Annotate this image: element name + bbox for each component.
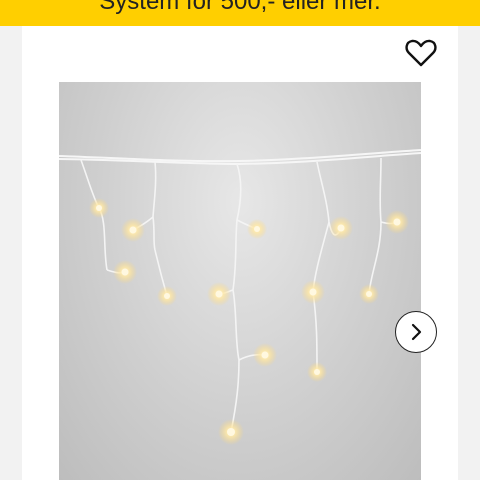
carousel-next-button[interactable] — [395, 311, 437, 353]
main-wire — [59, 149, 421, 166]
icicle-lights-illustration — [59, 149, 421, 445]
promo-banner: System för 500,- eller mer. — [0, 0, 480, 26]
product-image — [59, 82, 421, 480]
heart-icon — [405, 39, 437, 67]
chevron-right-icon — [411, 323, 422, 341]
light-bulbs — [89, 198, 409, 445]
promo-banner-text: System för 500,- eller mer. — [99, 0, 381, 15]
drop-wires — [80, 157, 398, 433]
favourite-button[interactable] — [402, 36, 440, 70]
